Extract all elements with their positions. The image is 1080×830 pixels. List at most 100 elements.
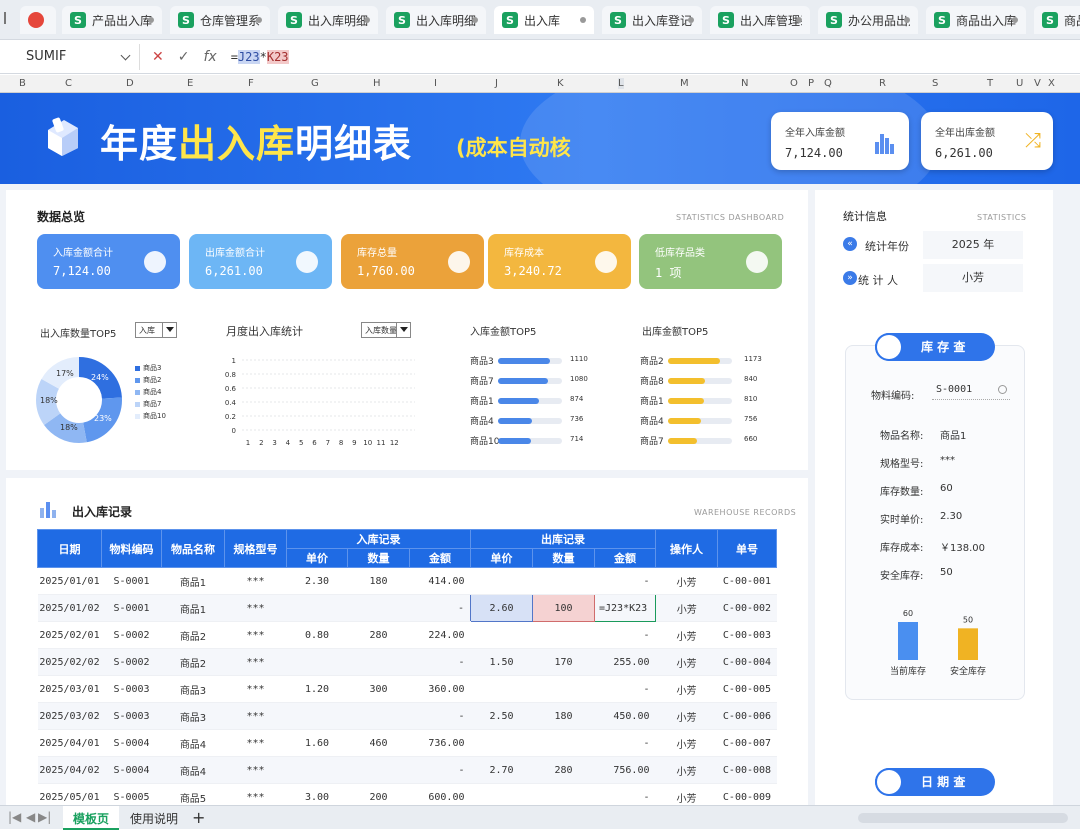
table-cell[interactable]: 300 [347, 675, 410, 703]
table-cell[interactable]: 2025/03/01 [37, 675, 102, 703]
table-cell[interactable]: - [409, 594, 471, 622]
column-letter[interactable]: S [932, 78, 938, 89]
table-cell[interactable] [286, 594, 348, 622]
column-letter[interactable]: J [495, 78, 498, 89]
table-cell[interactable]: 170 [532, 648, 595, 676]
column-letter[interactable]: F [248, 78, 254, 89]
table-cell[interactable] [286, 702, 348, 730]
table-cell[interactable]: *** [224, 567, 287, 595]
tab-close-icon[interactable] [256, 17, 262, 23]
table-cell[interactable]: *** [224, 702, 287, 730]
table-cell[interactable]: S-0001 [101, 594, 162, 622]
tab-close-icon[interactable] [580, 17, 586, 23]
tab-5[interactable]: S 出入库登记 [602, 6, 702, 34]
table-cell[interactable]: 100 [532, 594, 595, 622]
monthly-select[interactable]: 入库数量 [361, 322, 411, 338]
table-cell[interactable]: - [409, 648, 471, 676]
table-cell[interactable]: 255.00 [594, 648, 656, 676]
table-cell[interactable] [532, 675, 595, 703]
table-cell[interactable]: 商品1 [161, 594, 225, 622]
table-cell[interactable]: 2.70 [470, 756, 533, 784]
table-cell[interactable] [470, 621, 533, 649]
table-cell[interactable]: 2.30 [286, 567, 348, 595]
column-letter[interactable]: U [1016, 78, 1023, 89]
table-cell[interactable]: 2025/02/01 [37, 621, 102, 649]
table-cell[interactable]: 1.60 [286, 729, 348, 757]
table-cell[interactable]: 小芳 [655, 756, 718, 784]
tab-6[interactable]: S 出入库管理系 [710, 6, 810, 34]
table-cell[interactable]: C-00-003 [717, 621, 777, 649]
table-cell[interactable]: *** [224, 594, 287, 622]
table-cell[interactable]: 756.00 [594, 756, 656, 784]
table-cell[interactable]: - [409, 756, 471, 784]
column-letter[interactable]: H [373, 78, 381, 89]
table-cell[interactable]: C-00-004 [717, 648, 777, 676]
table-cell[interactable]: 2025/02/02 [37, 648, 102, 676]
table-cell[interactable]: 商品2 [161, 648, 225, 676]
table-cell[interactable]: - [594, 675, 656, 703]
table-cell[interactable] [347, 648, 410, 676]
table-cell[interactable]: 2025/04/01 [37, 729, 102, 757]
column-letter[interactable]: I [434, 78, 437, 89]
table-cell[interactable]: 2025/01/01 [37, 567, 102, 595]
table-cell[interactable]: 2.60 [470, 594, 533, 622]
table-cell[interactable]: 小芳 [655, 621, 718, 649]
search-icon[interactable] [998, 385, 1007, 394]
column-letter[interactable]: G [311, 78, 319, 89]
tab-close-icon[interactable] [904, 17, 910, 23]
table-cell[interactable]: C-00-005 [717, 675, 777, 703]
table-cell[interactable]: C-00-002 [717, 594, 777, 622]
table-cell[interactable] [532, 729, 595, 757]
tab-close-icon[interactable] [148, 17, 154, 23]
dropdown-arrow-icon[interactable] [396, 323, 410, 337]
table-cell[interactable]: 2.50 [470, 702, 533, 730]
person-chevron-icon[interactable]: » [843, 271, 857, 285]
table-cell[interactable] [286, 648, 348, 676]
tab-1[interactable]: S 仓库管理系 [170, 6, 270, 34]
table-cell[interactable]: S-0003 [101, 675, 162, 703]
function-icon[interactable]: fx [203, 49, 216, 65]
tab-2[interactable]: S 出入库明细 [278, 6, 378, 34]
column-letter[interactable]: M [680, 78, 689, 89]
tab-pdf[interactable] [20, 6, 56, 34]
chevron-down-icon[interactable] [120, 50, 131, 60]
table-cell[interactable]: S-0001 [101, 567, 162, 595]
table-cell[interactable]: *** [224, 648, 287, 676]
table-cell[interactable]: *** [224, 729, 287, 757]
table-cell[interactable] [470, 729, 533, 757]
table-cell[interactable]: 小芳 [655, 702, 718, 730]
column-letter[interactable]: K [557, 78, 564, 89]
column-letter[interactable]: D [126, 78, 134, 89]
table-cell[interactable]: =J23*K23 [594, 594, 656, 622]
table-cell[interactable]: - [594, 729, 656, 757]
sheet-nav-first-icon[interactable]: |◀ [8, 810, 21, 824]
tab-8[interactable]: S 商品出入库 [926, 6, 1026, 34]
table-cell[interactable] [347, 594, 410, 622]
column-letter[interactable]: B [19, 78, 26, 89]
tab-close-icon[interactable] [688, 17, 694, 23]
tab-0[interactable]: S 产品出入库 [62, 6, 162, 34]
nav-back-icon[interactable] [4, 12, 12, 24]
column-letter[interactable]: Q [824, 78, 832, 89]
tab-4[interactable]: S 出入库 [494, 6, 594, 34]
table-cell[interactable]: 460 [347, 729, 410, 757]
horizontal-scrollbar[interactable] [858, 813, 1068, 823]
dropdown-arrow-icon[interactable] [162, 323, 176, 337]
column-letter[interactable]: O [790, 78, 798, 89]
table-cell[interactable]: 180 [532, 702, 595, 730]
table-cell[interactable]: 小芳 [655, 567, 718, 595]
table-cell[interactable] [347, 702, 410, 730]
column-letter[interactable]: X [1048, 78, 1055, 89]
column-letter[interactable]: V [1034, 78, 1041, 89]
table-cell[interactable]: C-00-001 [717, 567, 777, 595]
table-cell[interactable]: 商品3 [161, 702, 225, 730]
table-cell[interactable]: S-0003 [101, 702, 162, 730]
table-cell[interactable]: S-0004 [101, 729, 162, 757]
column-letter[interactable]: C [65, 78, 72, 89]
table-cell[interactable]: *** [224, 756, 287, 784]
table-cell[interactable]: 360.00 [409, 675, 471, 703]
year-chevron-icon[interactable]: « [843, 237, 857, 251]
tab-close-icon[interactable] [472, 17, 478, 23]
table-cell[interactable]: 小芳 [655, 594, 718, 622]
table-cell[interactable]: 280 [532, 756, 595, 784]
